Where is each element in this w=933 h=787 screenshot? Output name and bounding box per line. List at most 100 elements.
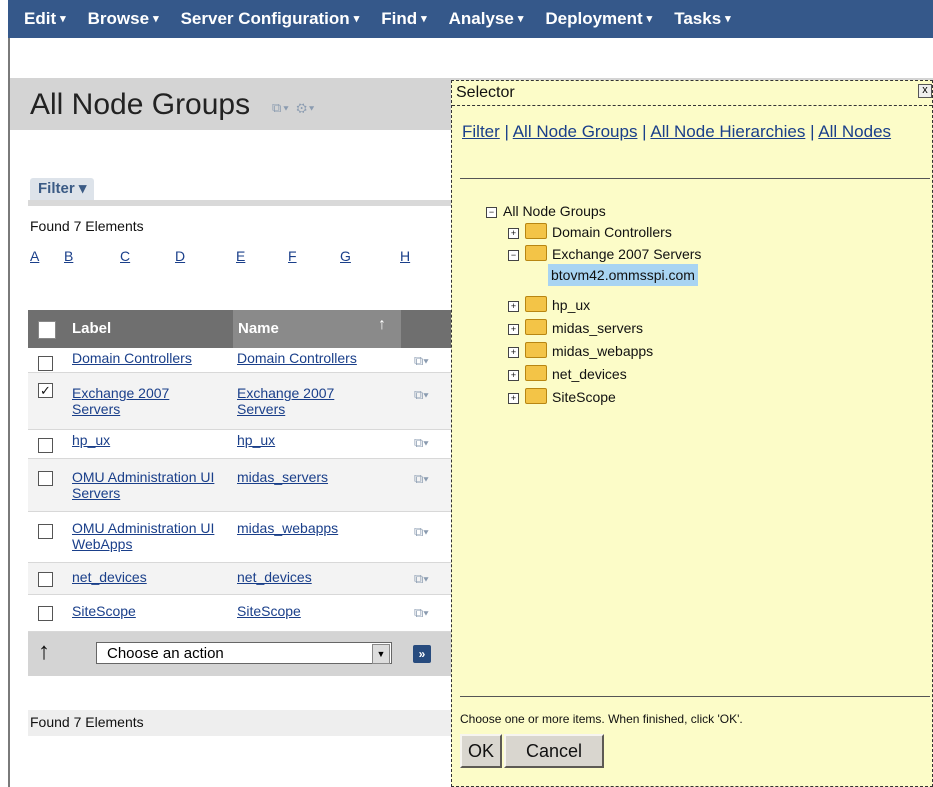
- row-checkbox[interactable]: [38, 524, 53, 539]
- row-label-link[interactable]: net_devices: [72, 569, 232, 585]
- row-checkbox[interactable]: [38, 471, 53, 486]
- row-name-link[interactable]: hp_ux: [237, 432, 397, 448]
- expand-icon[interactable]: +: [508, 347, 519, 358]
- close-icon[interactable]: x: [918, 84, 932, 98]
- row-actions-icon[interactable]: ⧉▾: [414, 605, 429, 621]
- menu-deployment-label: Deployment: [545, 9, 643, 28]
- selector-title-divider: [452, 105, 932, 106]
- row-label-link[interactable]: hp_ux: [72, 432, 232, 448]
- menu-browse[interactable]: Browse ▾: [88, 9, 159, 29]
- menu-browse-label: Browse: [87, 9, 150, 28]
- page-title: All Node Groups: [30, 88, 251, 121]
- tree-node[interactable]: + hp_ux: [508, 295, 590, 315]
- collapse-icon[interactable]: −: [508, 250, 519, 261]
- tree-node-label[interactable]: hp_ux: [552, 297, 590, 313]
- tree-node[interactable]: + midas_servers: [508, 318, 643, 338]
- menu-tasks[interactable]: Tasks ▾: [674, 9, 730, 29]
- alpha-link-c[interactable]: C: [120, 248, 130, 264]
- tree-node-root[interactable]: − All Node Groups: [486, 201, 606, 221]
- alpha-link-b[interactable]: B: [64, 248, 73, 264]
- row-actions-icon[interactable]: ⧉▾: [414, 571, 429, 587]
- row-name-link[interactable]: midas_servers: [237, 469, 397, 485]
- row-name-link[interactable]: midas_webapps: [237, 520, 397, 536]
- row-actions-icon[interactable]: ⧉▾: [414, 387, 429, 403]
- row-checkbox[interactable]: [38, 438, 53, 453]
- all-node-groups-link[interactable]: All Node Groups: [513, 122, 638, 141]
- expand-icon[interactable]: +: [508, 324, 519, 335]
- row-name-link[interactable]: net_devices: [237, 569, 397, 585]
- folder-icon: [525, 365, 547, 381]
- alpha-link-d[interactable]: D: [175, 248, 185, 264]
- expand-icon[interactable]: +: [508, 370, 519, 381]
- row-checkbox[interactable]: [38, 606, 53, 621]
- row-actions-icon[interactable]: ⧉▾: [414, 353, 429, 369]
- all-nodes-link[interactable]: All Nodes: [818, 122, 891, 141]
- tree-node-label[interactable]: midas_webapps: [552, 343, 653, 359]
- select-all-checkbox[interactable]: [38, 321, 56, 339]
- row-label-link[interactable]: Exchange 2007 Servers: [72, 385, 212, 417]
- selector-dialog: Selector x Filter | All Node Groups | Al…: [451, 80, 933, 787]
- filter-divider: [28, 200, 452, 206]
- table-row: OMU Administration UI WebApps midas_weba…: [28, 512, 452, 563]
- tree-node[interactable]: + Domain Controllers: [508, 222, 672, 242]
- table-row: net_devices net_devices ⧉▾: [28, 563, 452, 595]
- chevron-down-icon: ▾: [153, 13, 159, 25]
- tree-node-label[interactable]: SiteScope: [552, 389, 616, 405]
- tree-node[interactable]: + net_devices: [508, 364, 627, 384]
- alpha-link-a[interactable]: A: [30, 248, 39, 264]
- cancel-button[interactable]: Cancel: [504, 734, 604, 768]
- row-checkbox[interactable]: [38, 356, 53, 371]
- row-label-link[interactable]: OMU Administration UI Servers: [72, 469, 232, 501]
- label-column-header[interactable]: Label: [72, 320, 111, 337]
- selector-hint: Choose one or more items. When finished,…: [460, 712, 743, 726]
- collapse-icon[interactable]: −: [486, 207, 497, 218]
- filter-tab[interactable]: Filter ▾: [30, 178, 95, 200]
- row-actions-icon[interactable]: ⧉▾: [414, 471, 429, 487]
- tree-node-label[interactable]: All Node Groups: [503, 203, 606, 219]
- ok-button[interactable]: OK: [460, 734, 502, 768]
- tree-node[interactable]: + SiteScope: [508, 387, 616, 407]
- alpha-link-e[interactable]: E: [236, 248, 245, 264]
- menu-edit[interactable]: Edit ▾: [24, 9, 66, 29]
- menu-deployment[interactable]: Deployment ▾: [545, 9, 652, 29]
- row-name-link[interactable]: Domain Controllers: [237, 350, 397, 366]
- go-button[interactable]: »: [413, 645, 431, 663]
- row-label-link[interactable]: OMU Administration UI WebApps: [72, 520, 232, 552]
- row-label-link[interactable]: SiteScope: [72, 603, 232, 619]
- menu-server-configuration[interactable]: Server Configuration ▾: [181, 9, 360, 29]
- dropdown-arrow-icon[interactable]: ▼: [372, 644, 390, 664]
- menu-analyse[interactable]: Analyse ▾: [449, 9, 524, 29]
- expand-icon[interactable]: +: [508, 228, 519, 239]
- tree-node-label[interactable]: midas_servers: [552, 320, 643, 336]
- expand-icon[interactable]: +: [508, 393, 519, 404]
- found-count-top: Found 7 Elements: [30, 218, 144, 234]
- sort-ascending-icon[interactable]: ↑: [378, 316, 386, 334]
- tree-node-selected-host[interactable]: btovm42.ommsspi.com: [548, 264, 698, 286]
- filter-link[interactable]: Filter: [462, 122, 500, 141]
- chevron-down-icon: ▾: [60, 13, 66, 25]
- row-label-link[interactable]: Domain Controllers: [72, 350, 232, 366]
- action-select[interactable]: Choose an action ▼: [96, 642, 392, 664]
- title-actions-icon[interactable]: ⧉▾ ⚙▾: [272, 100, 316, 116]
- link-separator: |: [805, 122, 819, 141]
- name-column-header[interactable]: Name: [238, 320, 279, 337]
- tree-node-label[interactable]: Exchange 2007 Servers: [552, 246, 701, 262]
- alpha-link-f[interactable]: F: [288, 248, 297, 264]
- row-actions-icon[interactable]: ⧉▾: [414, 524, 429, 540]
- alpha-link-g[interactable]: G: [340, 248, 351, 264]
- tree-node-label[interactable]: Domain Controllers: [552, 224, 672, 240]
- all-node-hierarchies-link[interactable]: All Node Hierarchies: [650, 122, 805, 141]
- tree-node-label[interactable]: net_devices: [552, 366, 627, 382]
- row-name-link[interactable]: SiteScope: [237, 603, 397, 619]
- selector-divider-bottom: [460, 696, 930, 697]
- row-name-link[interactable]: Exchange 2007 Servers: [237, 385, 377, 417]
- expand-icon[interactable]: +: [508, 301, 519, 312]
- row-checkbox[interactable]: ✓: [38, 383, 53, 398]
- alpha-link-h[interactable]: H: [400, 248, 410, 264]
- tree-node[interactable]: + midas_webapps: [508, 341, 653, 361]
- chevron-down-icon: ▾: [517, 13, 524, 25]
- row-actions-icon[interactable]: ⧉▾: [414, 435, 429, 451]
- row-checkbox[interactable]: [38, 572, 53, 587]
- menu-find[interactable]: Find ▾: [381, 9, 426, 29]
- tree-node[interactable]: − Exchange 2007 Servers: [508, 244, 701, 264]
